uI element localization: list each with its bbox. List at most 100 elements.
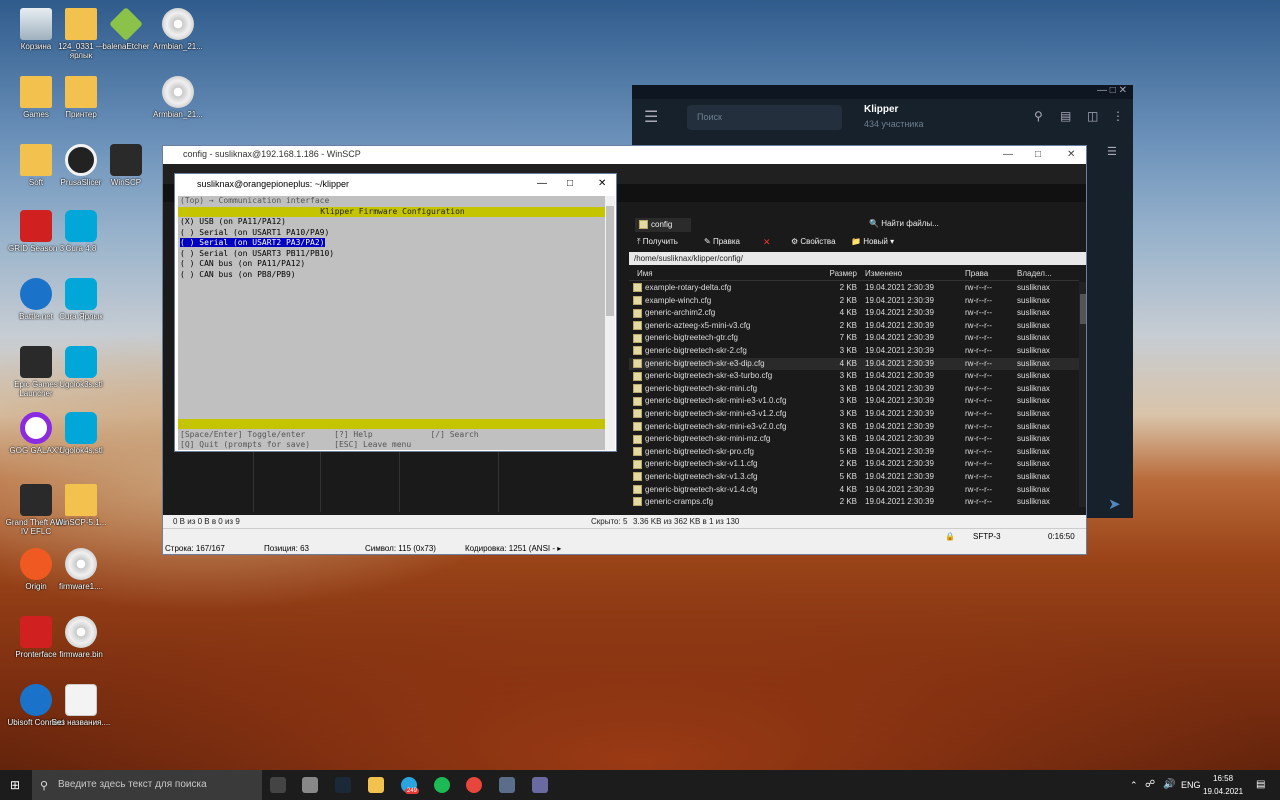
file-row[interactable]: generic-bigtreetech-skr-v1.4.cfg 4 KB 19.0… bbox=[629, 484, 1079, 497]
close-button[interactable]: ✕ bbox=[598, 178, 606, 189]
clock-time[interactable]: 16:58 bbox=[1213, 774, 1233, 783]
scrollbar[interactable] bbox=[605, 196, 615, 450]
file-rights: rw-r--r-- bbox=[965, 434, 993, 444]
clock-date[interactable]: 19.04.2021 bbox=[1203, 787, 1243, 796]
file-row[interactable]: generic-archim2.cfg 4 KB 19.04.2021 2:30:3… bbox=[629, 307, 1079, 320]
file-row[interactable]: generic-bigtreetech-skr-mini.cfg 3 KB 19.0… bbox=[629, 383, 1079, 396]
edit-button[interactable]: ✎ Правка bbox=[704, 237, 740, 246]
close-button[interactable]: ✕ bbox=[1067, 149, 1075, 160]
editor-status: Строка: 167/167 Позиция: 63 Символ: 115 … bbox=[163, 542, 1086, 554]
chrome-icon[interactable] bbox=[466, 777, 482, 793]
download-button[interactable]: ⤒ Получить bbox=[637, 237, 678, 247]
desktop-icon[interactable]: firmware1.... bbox=[50, 548, 112, 591]
desktop-icon[interactable]: Принтер bbox=[50, 76, 112, 119]
file-rights: rw-r--r-- bbox=[965, 295, 993, 305]
explorer-icon[interactable] bbox=[368, 777, 384, 793]
config-option[interactable]: ( ) Serial (on USART3 PB11/PB10) bbox=[178, 249, 607, 260]
file-owner: susliknax bbox=[1017, 320, 1050, 330]
putty-window[interactable]: susliknax@orangepioneplus: ~/klipper — □… bbox=[174, 173, 617, 452]
desktop-icon[interactable]: firmware.bin bbox=[50, 616, 112, 659]
file-row[interactable]: generic-azteeg-x5-mini-v3.cfg 2 KB 19.04.2… bbox=[629, 320, 1079, 333]
terminal-screen[interactable]: (Top) → Communication interface Klipper … bbox=[178, 196, 607, 450]
task-view-icon[interactable] bbox=[270, 777, 286, 793]
window-controls[interactable]: — □ ✕ bbox=[1097, 85, 1127, 96]
hamburger-menu-icon[interactable]: ☰ bbox=[644, 107, 658, 127]
scrollbar[interactable] bbox=[1079, 282, 1086, 507]
winscp-titlebar[interactable]: config - susliknax@192.168.1.186 - WinSC… bbox=[163, 146, 1086, 164]
file-row[interactable]: generic-bigtreetech-skr-mini-e3-v1.0.cfg… bbox=[629, 395, 1079, 408]
steam-icon[interactable] bbox=[335, 777, 351, 793]
chat-icon[interactable]: ▤ bbox=[1060, 109, 1071, 123]
minimize-button[interactable]: — bbox=[537, 178, 547, 189]
desktop-icon-label: firmware1.... bbox=[58, 582, 103, 591]
tray-chevron-icon[interactable]: ⌃ bbox=[1130, 780, 1138, 791]
pinned-icon[interactable]: ☰ bbox=[1107, 145, 1117, 158]
file-row[interactable]: example-winch.cfg 2 KB 19.04.2021 2:30:39 r… bbox=[629, 295, 1079, 308]
telegram-titlebar[interactable] bbox=[632, 85, 1133, 99]
file-row[interactable]: generic-bigtreetech-skr-v1.3.cfg 5 KB 19.0… bbox=[629, 471, 1079, 484]
file-row[interactable]: generic-bigtreetech-skr-pro.cfg 5 KB 19.04… bbox=[629, 446, 1079, 459]
taskbar-search[interactable]: Введите здесь текст для поиска bbox=[32, 770, 262, 800]
file-row[interactable]: generic-bigtreetech-skr-2.cfg 3 KB 19.04.2… bbox=[629, 345, 1079, 358]
orange-icon bbox=[20, 548, 52, 580]
file-name: generic-bigtreetech-gtr.cfg bbox=[629, 332, 817, 345]
disc-icon bbox=[65, 548, 97, 580]
file-size: 2 KB bbox=[839, 283, 857, 292]
config-option[interactable]: ( ) CAN bus (on PA11/PA12) bbox=[178, 259, 607, 270]
desktop-icon[interactable]: Ugolok3s.stl bbox=[50, 346, 112, 389]
volume-icon[interactable]: 🔊 bbox=[1163, 779, 1175, 790]
windows-start-icon[interactable]: ⊞ bbox=[10, 778, 20, 792]
file-modified: 19.04.2021 2:30:39 bbox=[865, 497, 934, 507]
file-row[interactable]: generic-bigtreetech-gtr.cfg 7 KB 19.04.202… bbox=[629, 332, 1079, 345]
search-input[interactable]: Поиск bbox=[687, 105, 842, 130]
putty-titlebar[interactable]: susliknax@orangepioneplus: ~/klipper — □… bbox=[175, 174, 616, 194]
disc-icon bbox=[65, 616, 97, 648]
maximize-button[interactable]: □ bbox=[567, 178, 573, 189]
file-row[interactable]: generic-bigtreetech-skr-mini-e3-v1.2.cfg… bbox=[629, 408, 1079, 421]
file-row[interactable]: generic-bigtreetech-skr-e3-turbo.cfg 3 KB… bbox=[629, 370, 1079, 383]
network-icon[interactable]: ☍ bbox=[1145, 779, 1155, 790]
file-list-header[interactable]: Имя Размер Изменено Права Владел... bbox=[629, 268, 1079, 281]
config-option[interactable]: ( ) CAN bus (on PB8/PB9) bbox=[178, 270, 607, 281]
notifications-icon[interactable]: ▤ bbox=[1256, 779, 1265, 790]
file-row[interactable]: generic-bigtreetech-skr-mini-e3-v2.0.cfg… bbox=[629, 421, 1079, 434]
sidebar-icon[interactable]: ◫ bbox=[1087, 109, 1098, 123]
more-icon[interactable]: ⋮ bbox=[1112, 109, 1124, 123]
file-row[interactable]: example-rotary-delta.cfg 2 KB 19.04.2021 2… bbox=[629, 282, 1079, 295]
send-icon[interactable]: ➤ bbox=[1108, 495, 1121, 513]
find-files-button[interactable]: 🔍 Найти файлы... bbox=[869, 219, 939, 228]
desktop-icon[interactable]: WinSCP-5.1... bbox=[50, 484, 112, 527]
file-row[interactable]: generic-cramps.cfg 2 KB 19.04.2021 2:30:39… bbox=[629, 496, 1079, 509]
delete-icon[interactable]: ✕ bbox=[763, 237, 771, 248]
maximize-button[interactable]: □ bbox=[1035, 149, 1041, 160]
file-rights: rw-r--r-- bbox=[965, 408, 993, 418]
file-row[interactable]: generic-bigtreetech-skr-mini-mz.cfg 3 KB 1… bbox=[629, 433, 1079, 446]
config-option[interactable]: (X) USB (on PA11/PA12) bbox=[178, 217, 607, 228]
desktop-icon[interactable]: Ugolok4s.stl bbox=[50, 412, 112, 455]
language-indicator[interactable]: ENG bbox=[1181, 780, 1201, 790]
properties-button[interactable]: ⚙ Свойства bbox=[791, 237, 836, 246]
spotify-icon[interactable] bbox=[434, 777, 450, 793]
new-button[interactable]: 📁 Новый ▾ bbox=[851, 237, 894, 246]
search-icon[interactable]: ⚲ bbox=[1034, 109, 1043, 123]
dark-icon bbox=[110, 144, 142, 176]
desktop-icon[interactable]: Без названия.... bbox=[50, 684, 112, 727]
config-option[interactable]: ( ) Serial (on USART1 PA10/PA9) bbox=[178, 228, 607, 239]
putty-taskbar-icon[interactable] bbox=[532, 777, 548, 793]
desktop-icon[interactable]: Cura Ярлык bbox=[50, 278, 112, 321]
desktop-icon[interactable]: Armbian_21... bbox=[147, 8, 209, 51]
winscp-taskbar-icon[interactable] bbox=[499, 777, 515, 793]
file-list[interactable]: example-rotary-delta.cfg 2 KB 19.04.2021 2… bbox=[629, 282, 1079, 509]
desktop-icon[interactable]: Armbian_21... bbox=[147, 76, 209, 119]
lock-icon: 🔒 bbox=[945, 532, 955, 541]
store-icon[interactable] bbox=[302, 777, 318, 793]
right-panel[interactable]: config 🔍 Найти файлы... ⤒ Получить ✎ Пра… bbox=[629, 202, 1086, 515]
path-bar[interactable]: /home/susliknax/klipper/config/ bbox=[629, 252, 1086, 265]
desktop-icon[interactable]: Cura 4.8 bbox=[50, 210, 112, 253]
dir-dropdown[interactable]: config bbox=[635, 218, 691, 232]
config-option[interactable]: ( ) Serial (on USART2 PA3/PA2) bbox=[178, 238, 607, 249]
desktop-icon[interactable]: WinSCP bbox=[95, 144, 157, 187]
file-row[interactable]: generic-bigtreetech-skr-v1.1.cfg 2 KB 19.0… bbox=[629, 458, 1079, 471]
minimize-button[interactable]: — bbox=[1003, 149, 1013, 160]
file-row[interactable]: generic-bigtreetech-skr-e3-dip.cfg 4 KB 19… bbox=[629, 357, 1079, 371]
